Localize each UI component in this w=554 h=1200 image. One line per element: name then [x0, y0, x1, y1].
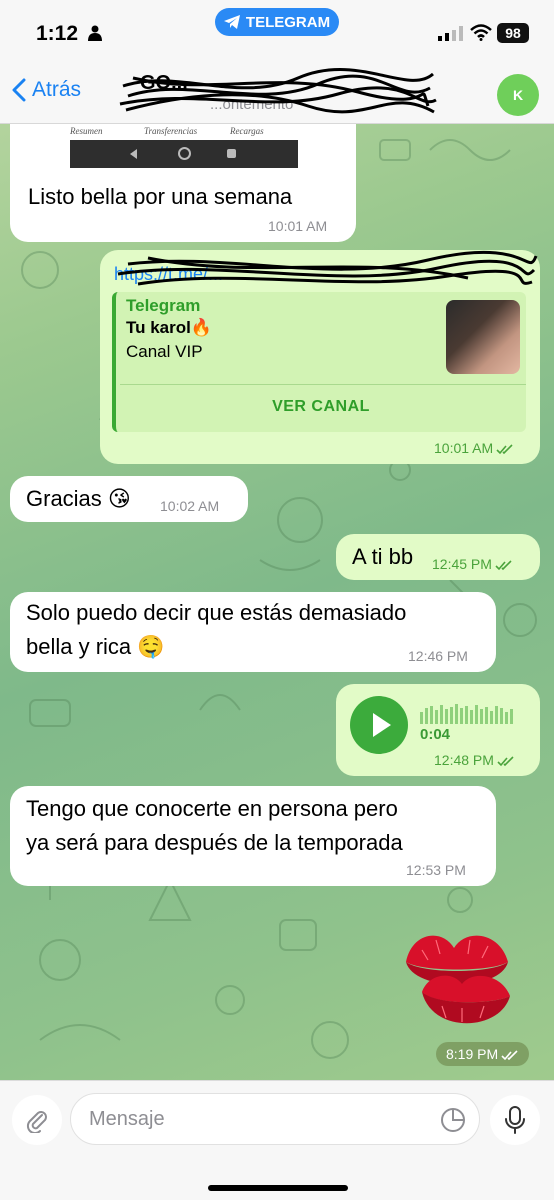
image-label: Recargas	[230, 126, 264, 136]
double-check-icon	[501, 1050, 518, 1060]
return-to-app-pill[interactable]: TELEGRAM	[215, 8, 339, 36]
outgoing-message[interactable]: A ti bb 12:45 PM	[336, 534, 540, 580]
double-check-icon	[497, 756, 514, 766]
telegram-plane-icon	[223, 15, 240, 29]
message-text-line: Tengo que conocerte en persona pero	[26, 796, 398, 821]
sticker-time: 8:19 PM	[436, 1042, 530, 1066]
avatar[interactable]: K	[497, 74, 539, 116]
message-time: 12:46 PM	[408, 648, 468, 664]
incoming-message[interactable]: Tengo que conocerte en persona pero ya s…	[10, 786, 496, 886]
message-text: Listo bella por una semana	[28, 184, 293, 209]
message-time: 12:45 PM	[432, 556, 513, 572]
play-button[interactable]	[350, 696, 408, 754]
home-indicator	[208, 1185, 348, 1191]
message-text-line: Solo puedo decir que estás demasiado	[26, 600, 407, 625]
time-text: 12:48 PM	[434, 752, 494, 768]
double-check-icon	[495, 560, 512, 570]
image-label: Transferencias	[144, 126, 198, 136]
redaction-scribble: https://t.me/...	[114, 250, 538, 286]
message-time: 10:02 AM	[160, 498, 220, 514]
chevron-left-icon	[12, 78, 26, 102]
message-text-line: bella y rica 🤤	[26, 634, 165, 659]
voice-message[interactable]: 0:04 12:48 PM	[336, 684, 540, 776]
message-time: 10:01 AM	[434, 440, 514, 456]
double-check-icon	[496, 444, 513, 454]
redaction-scribble	[119, 68, 437, 114]
image-label: Resumen	[70, 126, 103, 136]
chat-header: Atrás GO... ...ontemento K	[0, 62, 554, 124]
message-time: 12:48 PM	[434, 752, 515, 768]
home-circle-icon	[178, 147, 191, 160]
incoming-message[interactable]: Gracias 😘 10:02 AM	[10, 476, 248, 522]
voice-duration: 0:04	[420, 726, 451, 743]
microphone-button[interactable]	[490, 1095, 540, 1145]
status-bar: 1:12 TELEGRAM 98	[0, 0, 554, 62]
image-android-navbar	[70, 140, 298, 168]
preview-title: Tu karol🔥	[126, 318, 213, 337]
paperclip-icon	[26, 1111, 47, 1133]
divider	[120, 384, 526, 385]
status-time: 1:12	[36, 22, 79, 45]
kiss-lips-sticker[interactable]	[392, 922, 520, 1040]
time-text: 10:01 AM	[434, 440, 494, 456]
time-text: 8:19 PM	[446, 1046, 499, 1062]
image-message-fragment[interactable]: Resumen Transferencias Recargas Listo be…	[10, 124, 356, 242]
preview-description: Canal VIP	[126, 342, 203, 361]
microphone-icon	[505, 1106, 525, 1134]
message-input-container[interactable]	[70, 1093, 480, 1145]
back-triangle-icon	[130, 149, 137, 159]
message-input[interactable]	[89, 1094, 429, 1144]
avatar-initial: K	[512, 87, 524, 103]
link-message[interactable]: https://t.me/... Telegram Tu karol🔥 Cana…	[100, 250, 540, 464]
attach-button[interactable]	[12, 1095, 62, 1145]
composer-bar	[0, 1080, 554, 1200]
message-text: Gracias 😘	[26, 486, 131, 511]
time-text: 12:45 PM	[432, 556, 492, 572]
recents-square-icon	[227, 149, 236, 158]
battery-indicator: 98	[497, 23, 529, 43]
link-preview[interactable]: Telegram Tu karol🔥 Canal VIP VER CANAL	[112, 292, 526, 432]
preview-site-name: Telegram	[126, 296, 201, 315]
sticker-icon[interactable]	[439, 1106, 467, 1134]
app-pill-label: TELEGRAM	[245, 13, 331, 31]
wifi-icon	[470, 24, 492, 41]
waveform[interactable]	[420, 702, 520, 724]
preview-thumbnail	[446, 300, 520, 374]
person-icon	[88, 25, 102, 41]
back-label: Atrás	[32, 78, 82, 101]
message-text-line: ya será para después de la temporada	[26, 830, 403, 855]
incoming-message[interactable]: Solo puedo decir que estás demasiado bel…	[10, 592, 496, 672]
view-channel-button[interactable]: VER CANAL	[116, 392, 526, 422]
message-time: 10:01 AM	[268, 218, 328, 234]
message-text: A ti bb	[352, 544, 414, 569]
cellular-signal-icon	[438, 26, 463, 41]
message-time: 12:53 PM	[406, 862, 466, 878]
back-button[interactable]: Atrás	[12, 78, 81, 102]
